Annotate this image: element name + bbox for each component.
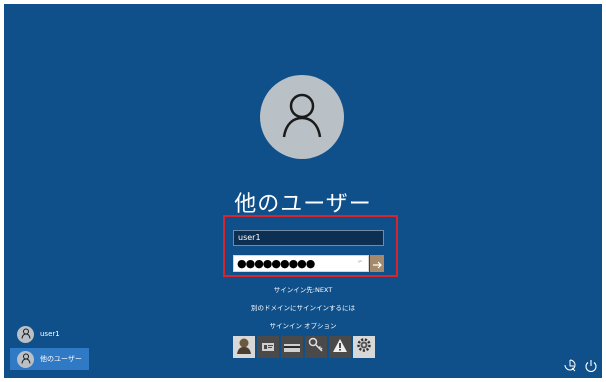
avatar xyxy=(17,325,34,343)
smart-card-option-button[interactable] xyxy=(281,336,303,358)
smart-card-icon xyxy=(284,338,300,357)
warning-option-button[interactable] xyxy=(329,336,351,358)
user-face-icon xyxy=(235,336,253,358)
user-list-item-other[interactable]: 他のユーザー xyxy=(10,348,89,370)
person-icon xyxy=(21,328,31,341)
password-value: ●●●●●●●●● xyxy=(237,257,315,270)
password-field[interactable]: ●●●●●●●●● ᵍᵇ xyxy=(233,255,369,272)
id-card-option-button[interactable] xyxy=(257,336,279,358)
person-icon xyxy=(21,353,31,366)
power-button[interactable] xyxy=(584,358,598,377)
other-domain-link[interactable]: 別のドメインにサインインするには xyxy=(4,302,602,312)
person-icon xyxy=(280,91,324,143)
id-card-icon xyxy=(261,338,275,357)
sign-in-options-link[interactable]: サインイン オプション xyxy=(4,320,602,330)
user-avatar xyxy=(260,75,344,159)
user-name: user1 xyxy=(40,330,60,338)
lock-screen: 他のユーザー user1 ●●●●●●●●● ᵍᵇ サインイン先:NEXT 別の… xyxy=(4,4,602,378)
key-option-button[interactable] xyxy=(305,336,327,358)
power-icon xyxy=(584,358,598,377)
face-option-button[interactable] xyxy=(233,336,255,358)
accessibility-button[interactable] xyxy=(563,358,577,377)
warning-icon xyxy=(332,338,348,357)
reveal-password-hint[interactable]: ᵍᵇ xyxy=(358,256,362,271)
sign-in-to-text: サインイン先:NEXT xyxy=(273,286,333,294)
account-title: 他のユーザー xyxy=(234,192,372,217)
accessibility-icon xyxy=(563,358,577,377)
user-list-item-user1[interactable]: user1 xyxy=(15,324,92,344)
sign-in-options-row xyxy=(233,336,375,358)
avatar xyxy=(17,350,34,368)
user-name: 他のユーザー xyxy=(40,355,82,363)
key-icon xyxy=(308,337,324,357)
gear-icon xyxy=(355,336,373,358)
arrow-right-icon xyxy=(372,254,382,273)
submit-button[interactable] xyxy=(370,255,384,272)
username-field[interactable]: user1 xyxy=(233,230,384,246)
gear-option-button[interactable] xyxy=(353,336,375,358)
